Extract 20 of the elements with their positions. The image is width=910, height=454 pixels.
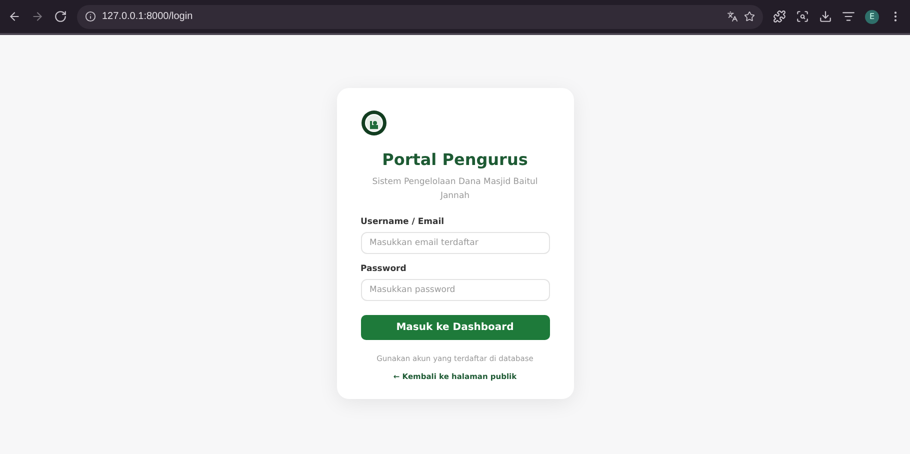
input-field[interactable]: Masukkan password bbox=[360, 279, 550, 301]
login-subtitle: Sistem Pengelolaan Dana Masjid Baitul Jannah bbox=[371, 176, 539, 203]
back-icon[interactable] bbox=[8, 10, 21, 23]
download-icon[interactable] bbox=[819, 10, 832, 23]
bookmark-star-icon[interactable] bbox=[744, 11, 755, 22]
logo-icon bbox=[360, 110, 386, 136]
forward-icon[interactable] bbox=[31, 10, 44, 23]
info-icon[interactable] bbox=[85, 11, 96, 22]
login-title: Portal Pengurus bbox=[381, 150, 529, 169]
field-label: Password bbox=[360, 264, 408, 274]
field-label: Username / Email bbox=[360, 217, 446, 227]
translate-icon[interactable] bbox=[727, 11, 738, 22]
login-button[interactable]: Masuk ke Dashboard bbox=[360, 315, 550, 340]
input-field[interactable]: Masukkan email terdaftar bbox=[360, 232, 550, 254]
profile-avatar[interactable]: E bbox=[865, 10, 879, 24]
lens-icon[interactable] bbox=[796, 10, 809, 23]
extensions-icon[interactable] bbox=[773, 10, 786, 23]
media-icon[interactable] bbox=[842, 10, 855, 23]
reload-icon[interactable] bbox=[54, 10, 67, 23]
address-bar-url[interactable]: 127.0.0.1:8000/login bbox=[102, 11, 193, 22]
